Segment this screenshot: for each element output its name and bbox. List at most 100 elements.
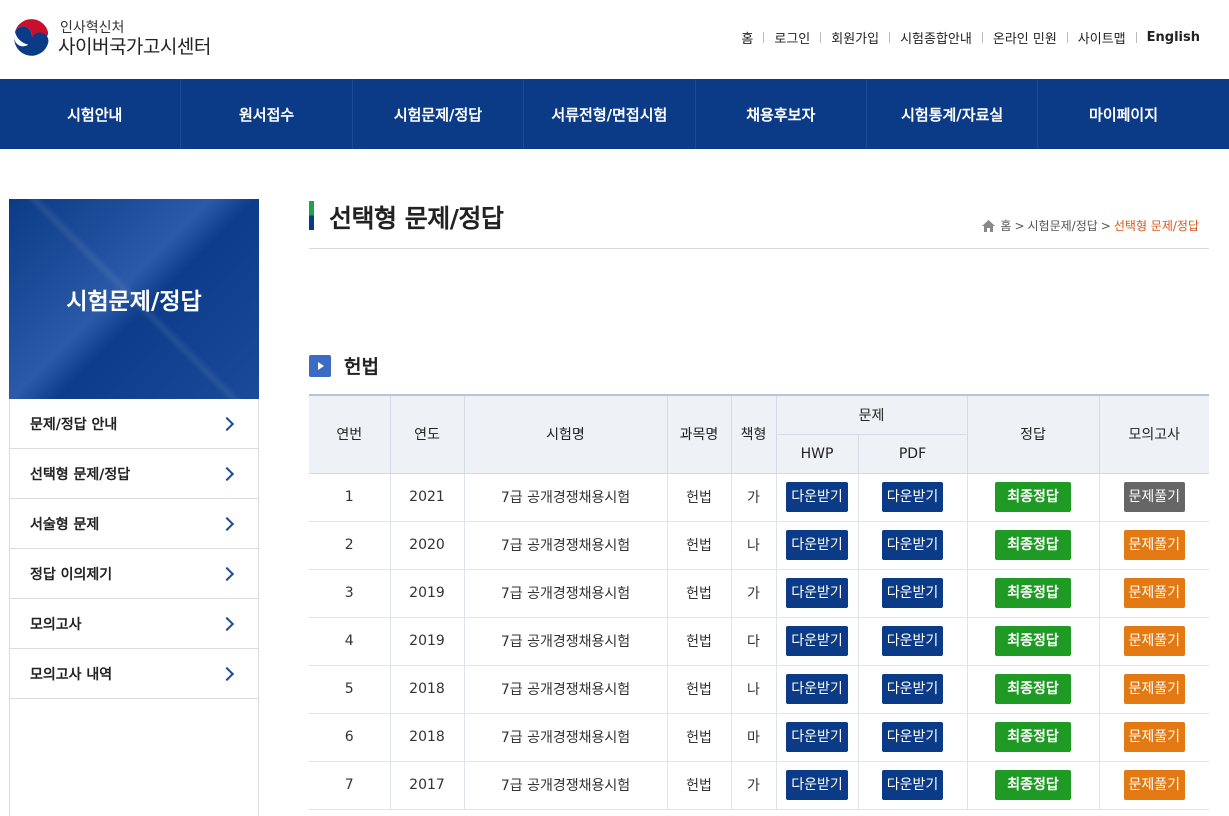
cell-exam-name: 7급 공개경쟁채용시험 xyxy=(463,616,668,666)
pdf-download-button[interactable]: 다운받기 xyxy=(881,578,944,608)
hwp-download-button[interactable]: 다운받기 xyxy=(786,626,848,656)
hwp-download-button[interactable]: 다운받기 xyxy=(786,722,848,752)
page-title: 선택형 문제/정답 xyxy=(329,204,504,233)
main-nav-application[interactable]: 원서접수 xyxy=(180,79,351,149)
sidebar-item-guide[interactable]: 문제/정답 안내 xyxy=(10,399,258,449)
cell-exam-name: 7급 공개경쟁채용시험 xyxy=(463,712,668,762)
pdf-download-button-cell: 다운받기 xyxy=(857,472,968,522)
play-arrow-icon xyxy=(309,354,331,377)
table-row: 4 2019 7급 공개경쟁채용시험 헌법 다 다운받기 다운받기 최종정답 문제풀기 xyxy=(309,616,1210,666)
sidebar-item-mock-history[interactable]: 모의고사 내역 xyxy=(10,649,258,699)
solve-mock-button[interactable]: 문제풀기 xyxy=(1123,578,1186,608)
breadcrumb-section[interactable]: 시험문제/정답 xyxy=(1028,217,1098,234)
home-icon[interactable] xyxy=(982,219,996,232)
solve-mock-button[interactable]: 문제풀기 xyxy=(1123,482,1186,512)
col-header-problem: 문제 xyxy=(775,394,968,435)
breadcrumb-current: 선택형 문제/정답 xyxy=(1113,219,1199,233)
hwp-download-button[interactable]: 다운받기 xyxy=(786,530,848,560)
final-answer-button-cell: 최종정답 xyxy=(966,616,1100,666)
sidebar-item-objection[interactable]: 정답 이의제기 xyxy=(10,549,258,599)
breadcrumb-separator-icon: > xyxy=(1100,218,1111,233)
main-nav-mypage[interactable]: 마이페이지 xyxy=(1037,79,1208,149)
main-nav-statistics[interactable]: 시험통계/자료실 xyxy=(865,79,1037,149)
sidebar-item-label: 정답 이의제기 xyxy=(30,566,113,583)
main-nav-exam-info[interactable]: 시험안내 xyxy=(9,79,180,149)
chevron-right-icon xyxy=(219,566,235,581)
sidebar-item-mock-exam[interactable]: 모의고사 xyxy=(10,599,258,649)
hwp-download-button-cell: 다운받기 xyxy=(775,712,859,762)
cell-no: 1 xyxy=(309,472,391,522)
pdf-download-button-cell: 다운받기 xyxy=(857,712,968,762)
pdf-download-button-cell: 다운받기 xyxy=(857,760,968,810)
chevron-right-icon xyxy=(219,666,235,681)
solve-mock-button-cell: 문제풀기 xyxy=(1098,664,1210,714)
final-answer-button-cell: 최종정답 xyxy=(966,472,1100,522)
sidebar-item-label: 서술형 문제 xyxy=(30,516,100,533)
col-header-answer: 정답 xyxy=(966,394,1100,474)
cell-subject: 헌법 xyxy=(666,520,732,570)
pdf-download-button[interactable]: 다운받기 xyxy=(881,626,944,656)
hwp-download-button[interactable]: 다운받기 xyxy=(786,482,848,512)
final-answer-button[interactable]: 최종정답 xyxy=(995,482,1071,512)
chevron-right-icon xyxy=(219,416,235,431)
util-link-english[interactable]: English xyxy=(1137,30,1200,45)
main-nav-questions-answers[interactable]: 시험문제/정답 xyxy=(351,79,523,149)
final-answer-button[interactable]: 최종정답 xyxy=(995,770,1071,800)
col-header-exam: 시험명 xyxy=(463,394,668,474)
solve-mock-button[interactable]: 문제풀기 xyxy=(1123,626,1186,656)
chevron-right-icon xyxy=(219,616,235,631)
hwp-download-button-cell: 다운받기 xyxy=(775,568,859,618)
sidebar-item-multiple-choice[interactable]: 선택형 문제/정답 xyxy=(10,449,258,499)
pdf-download-button[interactable]: 다운받기 xyxy=(881,722,944,752)
solve-mock-button[interactable]: 문제풀기 xyxy=(1123,530,1186,560)
sidebar-item-label: 모의고사 xyxy=(30,616,82,633)
final-answer-button[interactable]: 최종정답 xyxy=(995,578,1071,608)
solve-mock-button[interactable]: 문제풀기 xyxy=(1123,770,1186,800)
util-link-online-petition[interactable]: 온라인 민원 xyxy=(983,28,1067,47)
cell-exam-name: 7급 공개경쟁채용시험 xyxy=(463,760,668,810)
main-nav-document-interview[interactable]: 서류전형/면접시험 xyxy=(523,79,694,149)
pdf-download-button[interactable]: 다운받기 xyxy=(881,770,944,800)
pdf-download-button[interactable]: 다운받기 xyxy=(881,530,944,560)
sidebar-title: 시험문제/정답 xyxy=(66,289,202,315)
hwp-download-button-cell: 다운받기 xyxy=(775,472,859,522)
logo-org-name: 인사혁신처 xyxy=(60,19,125,36)
cell-year: 2020 xyxy=(389,520,465,570)
col-header-mock: 모의고사 xyxy=(1098,394,1210,474)
hwp-download-button[interactable]: 다운받기 xyxy=(786,674,848,704)
breadcrumb-home[interactable]: 홈 xyxy=(1000,217,1011,234)
final-answer-button-cell: 최종정답 xyxy=(966,712,1100,762)
cell-subject: 헌법 xyxy=(666,568,732,618)
solve-mock-button-cell: 문제풀기 xyxy=(1098,712,1210,762)
cell-no: 7 xyxy=(309,760,391,810)
site-logo[interactable]: 인사혁신처 사이버국가고시센터 xyxy=(11,18,211,59)
cell-exam-name: 7급 공개경쟁채용시험 xyxy=(463,568,668,618)
solve-mock-button[interactable]: 문제풀기 xyxy=(1123,722,1186,752)
page-header: 선택형 문제/정답 홈 > 시험문제/정답 > 선택형 문제/정답 xyxy=(309,199,1209,249)
final-answer-button[interactable]: 최종정답 xyxy=(995,674,1071,704)
solve-mock-button-cell: 문제풀기 xyxy=(1098,472,1210,522)
final-answer-button[interactable]: 최종정답 xyxy=(995,626,1071,656)
col-header-type: 책형 xyxy=(730,394,777,474)
util-link-home[interactable]: 홈 xyxy=(731,28,763,47)
cell-no: 4 xyxy=(309,616,391,666)
table-row: 1 2021 7급 공개경쟁채용시험 헌법 가 다운받기 다운받기 최종정답 문제풀기 xyxy=(309,472,1210,522)
pdf-download-button-cell: 다운받기 xyxy=(857,520,968,570)
util-link-signup[interactable]: 회원가입 xyxy=(821,28,889,47)
util-link-login[interactable]: 로그인 xyxy=(764,28,820,47)
final-answer-button[interactable]: 최종정답 xyxy=(995,722,1071,752)
cell-exam-name: 7급 공개경쟁채용시험 xyxy=(463,520,668,570)
sidebar-item-essay[interactable]: 서술형 문제 xyxy=(10,499,258,549)
hwp-download-button[interactable]: 다운받기 xyxy=(786,770,848,800)
hwp-download-button[interactable]: 다운받기 xyxy=(786,578,848,608)
main-nav-candidates[interactable]: 채용후보자 xyxy=(694,79,866,149)
solve-mock-button[interactable]: 문제풀기 xyxy=(1123,674,1186,704)
util-link-sitemap[interactable]: 사이트맵 xyxy=(1068,28,1136,47)
final-answer-button[interactable]: 최종정답 xyxy=(995,530,1071,560)
pdf-download-button[interactable]: 다운받기 xyxy=(881,674,944,704)
final-answer-button-cell: 최종정답 xyxy=(966,520,1100,570)
main-nav: 시험안내 원서접수 시험문제/정답 서류전형/면접시험 채용후보자 시험통계/자… xyxy=(0,79,1229,149)
sidebar-item-label: 모의고사 내역 xyxy=(30,666,113,683)
util-link-exam-guide[interactable]: 시험종합안내 xyxy=(890,28,982,47)
pdf-download-button[interactable]: 다운받기 xyxy=(881,482,944,512)
